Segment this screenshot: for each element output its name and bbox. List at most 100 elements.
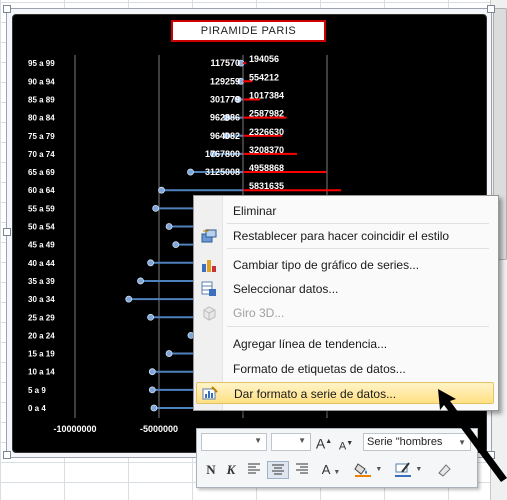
male-data-label: 129259 xyxy=(210,76,240,86)
menu-item-label: Restablecer para hacer coincidir el esti… xyxy=(233,229,450,243)
male-point xyxy=(125,295,133,303)
font-name-dropdown[interactable]: ▼ xyxy=(201,433,267,451)
menu-item-label: Cambiar tipo de gráfico de series... xyxy=(233,258,420,272)
female-data-label: 2587982 xyxy=(249,109,284,119)
rotate-3d-icon xyxy=(201,305,217,321)
menu-item-format-data-labels[interactable]: Formato de etiquetas de datos... xyxy=(196,358,494,380)
menu-item-reset-style[interactable]: Restablecer para hacer coincidir el esti… xyxy=(196,225,494,247)
category-label: 25 a 29 xyxy=(28,313,55,322)
menu-item-label: Seleccionar datos... xyxy=(233,282,339,296)
grow-font-button[interactable]: A▲ xyxy=(315,433,333,452)
category-label: 65 a 69 xyxy=(28,168,55,177)
align-center-button[interactable] xyxy=(267,461,289,479)
category-label: 30 a 34 xyxy=(28,295,55,304)
italic-button[interactable]: K xyxy=(223,461,239,479)
category-label: 75 a 79 xyxy=(28,132,55,141)
series-selector-value: Serie "hombres xyxy=(367,436,443,448)
male-data-label: 117570 xyxy=(210,58,240,68)
font-size-dropdown[interactable]: ▼ xyxy=(271,433,311,451)
menu-separator xyxy=(227,248,489,249)
male-data-label: 3125008 xyxy=(205,167,240,177)
male-point xyxy=(152,204,160,212)
female-data-label: 554212 xyxy=(249,72,279,82)
category-label: 95 a 99 xyxy=(28,59,55,68)
male-data-label: 301779 xyxy=(210,94,240,104)
male-point xyxy=(148,386,156,394)
chevron-down-icon: ▼ xyxy=(458,438,466,447)
category-label: 60 a 64 xyxy=(28,186,55,195)
category-label: 15 a 19 xyxy=(28,350,55,359)
x-tick-label: -5000000 xyxy=(140,424,178,434)
male-data-label: 964082 xyxy=(210,131,240,141)
format-series-icon xyxy=(202,386,218,402)
align-left-button[interactable] xyxy=(245,461,263,479)
menu-item-label: Eliminar xyxy=(233,204,277,218)
font-color-icon: A xyxy=(321,462,330,477)
mini-toolbar: ▼ ▼ A▲ A▼ Serie "hombres ▼ N K A ▼ ▼ ▼ xyxy=(196,428,478,488)
category-label: 80 a 84 xyxy=(28,114,55,123)
female-data-label: 3208370 xyxy=(249,145,284,155)
outline-color-button[interactable]: ▼ xyxy=(393,461,423,479)
bold-button[interactable]: N xyxy=(203,461,219,479)
fill-color-button[interactable]: ▼ xyxy=(353,461,383,479)
category-label: 55 a 59 xyxy=(28,204,55,213)
male-point xyxy=(172,241,180,249)
menu-item-change-chart-type[interactable]: Cambiar tipo de gráfico de series... xyxy=(196,254,494,276)
align-right-icon xyxy=(296,463,308,474)
male-data-label: 962886 xyxy=(210,113,240,123)
menu-item-delete[interactable]: Eliminar xyxy=(196,200,494,222)
reset-style-icon xyxy=(201,228,217,244)
context-menu: Eliminar Restablecer para hacer coincidi… xyxy=(193,195,499,411)
font-color-button[interactable]: A ▼ xyxy=(319,461,343,479)
male-point xyxy=(165,223,173,230)
format-painter-button[interactable] xyxy=(433,461,455,479)
female-data-label: 194056 xyxy=(249,54,279,64)
menu-item-label: Formato de etiquetas de datos... xyxy=(233,362,406,376)
chevron-down-icon: ▼ xyxy=(298,436,306,445)
menu-item-3d-rotation[interactable]: Giro 3D... xyxy=(196,302,494,324)
male-point xyxy=(187,168,194,176)
male-point xyxy=(148,368,156,376)
female-data-label: 4958868 xyxy=(249,163,284,173)
category-label: 50 a 54 xyxy=(28,223,55,232)
series-selector-dropdown[interactable]: Serie "hombres ▼ xyxy=(363,433,471,451)
male-point xyxy=(150,404,158,412)
category-label: 5 a 9 xyxy=(28,386,46,395)
menu-item-label: Agregar línea de tendencia... xyxy=(233,337,388,351)
category-label: 10 a 14 xyxy=(28,368,55,377)
eraser-brush-icon xyxy=(438,464,451,477)
category-label: 85 a 89 xyxy=(28,95,55,104)
menu-item-add-trendline[interactable]: Agregar línea de tendencia... xyxy=(196,333,494,355)
category-label: 20 a 24 xyxy=(28,331,55,340)
menu-separator xyxy=(227,223,489,224)
chevron-down-icon: ▼ xyxy=(333,469,341,476)
menu-item-format-data-series[interactable]: Dar formato a serie de datos... xyxy=(196,382,494,404)
male-point xyxy=(137,277,144,285)
chart-title[interactable]: PIRAMIDE PARIS xyxy=(171,20,326,42)
category-label: 35 a 39 xyxy=(28,277,55,286)
male-point xyxy=(147,259,155,267)
chevron-down-icon: ▼ xyxy=(375,466,383,473)
category-label: 40 a 44 xyxy=(28,259,55,268)
shrink-font-button[interactable]: A▼ xyxy=(337,435,355,453)
menu-item-select-data[interactable]: Seleccionar datos... xyxy=(196,278,494,300)
paint-bucket-icon xyxy=(354,463,371,477)
category-label: 45 a 49 xyxy=(28,241,55,250)
menu-separator xyxy=(227,326,489,327)
female-data-label: 2326630 xyxy=(249,127,284,137)
category-label: 0 a 4 xyxy=(28,404,46,413)
category-label: 90 a 94 xyxy=(28,77,55,86)
grow-font-icon: A xyxy=(315,435,326,452)
align-right-button[interactable] xyxy=(293,461,311,479)
x-tick-label: -10000000 xyxy=(53,424,96,434)
menu-item-label: Dar formato a serie de datos... xyxy=(234,387,397,401)
female-data-label: 1017384 xyxy=(249,90,284,100)
chevron-down-icon: ▼ xyxy=(254,436,262,445)
align-center-icon xyxy=(272,464,284,475)
chart-type-icon xyxy=(201,257,217,273)
male-point xyxy=(165,350,173,357)
male-point xyxy=(147,313,155,321)
menu-item-label: Giro 3D... xyxy=(233,306,285,320)
female-data-label: 5831635 xyxy=(249,181,284,191)
select-data-icon xyxy=(201,281,217,297)
